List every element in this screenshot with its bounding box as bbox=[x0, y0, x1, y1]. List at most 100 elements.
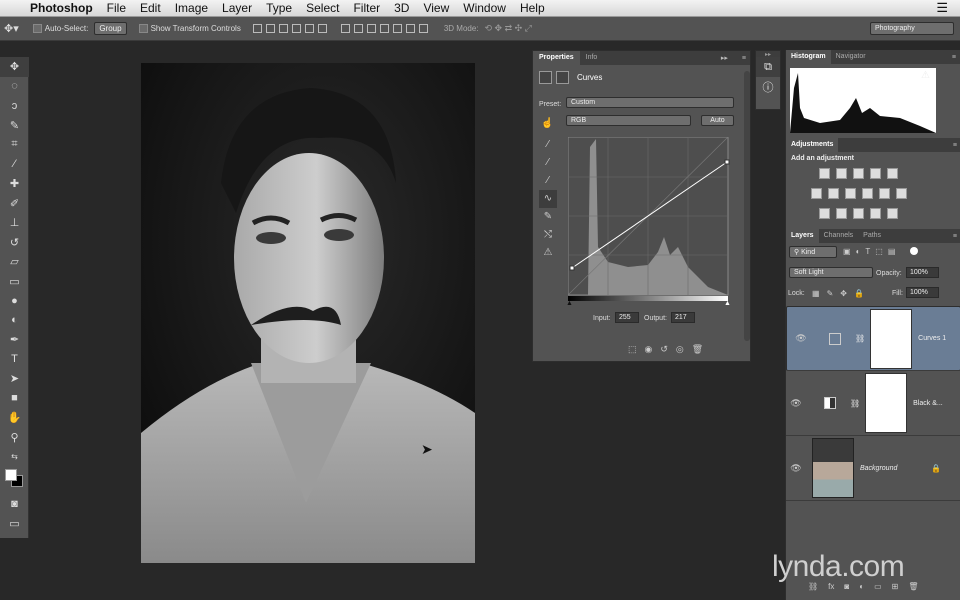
distribute-bottom-icon[interactable] bbox=[366, 24, 376, 33]
visibility-toggle-icon[interactable]: ◎ bbox=[676, 344, 684, 355]
menu-layer[interactable]: Layer bbox=[222, 1, 252, 15]
exposure-icon[interactable] bbox=[870, 168, 881, 179]
channel-mixer-icon[interactable] bbox=[879, 188, 890, 199]
filter-type-icon[interactable]: T bbox=[865, 247, 870, 256]
gradient-tool-icon[interactable]: ▭ bbox=[0, 272, 29, 292]
auto-select-dropdown[interactable]: Group bbox=[94, 22, 127, 35]
brush-tool-icon[interactable]: ✐ bbox=[0, 194, 29, 214]
brightness-contrast-icon[interactable] bbox=[819, 168, 830, 179]
mask-link-icon[interactable]: ⛓ bbox=[855, 334, 865, 343]
curve-point-tool-icon[interactable]: ∿ bbox=[539, 190, 557, 208]
menu-filter[interactable]: Filter bbox=[353, 1, 380, 15]
black-slider-handle[interactable]: ▲ bbox=[566, 300, 573, 307]
pencil-draw-icon[interactable]: ✎ bbox=[539, 208, 557, 226]
lock-position-icon[interactable]: ✥ bbox=[840, 289, 847, 298]
visibility-eye-icon[interactable]: 👁 bbox=[791, 333, 811, 344]
white-point-eyedropper-icon[interactable]: ⁄ bbox=[539, 172, 557, 190]
adjustments-menu-icon[interactable]: ≡ bbox=[953, 142, 957, 149]
foreground-color-swatch[interactable] bbox=[5, 468, 17, 481]
smooth-curve-icon[interactable]: ⤭ bbox=[539, 226, 557, 244]
clip-to-layer-icon[interactable]: ⬚ bbox=[628, 344, 637, 355]
align-top-icon[interactable] bbox=[252, 24, 262, 33]
tab-histogram[interactable]: Histogram bbox=[786, 50, 831, 64]
delete-adjustment-icon[interactable]: 🗑 bbox=[692, 344, 703, 355]
properties-panel-icon[interactable]: ⧉ bbox=[756, 57, 780, 77]
blend-mode-dropdown[interactable]: Soft Light bbox=[789, 267, 873, 278]
layer-row-curves[interactable]: 👁 ⛓ Curves 1 bbox=[786, 306, 960, 371]
quick-select-tool-icon[interactable]: ✎ bbox=[0, 116, 29, 136]
menu-3d[interactable]: 3D bbox=[394, 1, 409, 15]
photo-filter-icon[interactable] bbox=[862, 188, 873, 199]
transform-controls-checkbox[interactable]: Show Transform Controls bbox=[138, 24, 241, 33]
app-name[interactable]: Photoshop bbox=[30, 1, 93, 15]
lasso-tool-icon[interactable]: ↄ bbox=[0, 96, 29, 116]
panel-menu-icon[interactable]: ≡ bbox=[742, 55, 746, 62]
curves-graph[interactable] bbox=[568, 137, 730, 297]
tab-paths[interactable]: Paths bbox=[858, 229, 886, 243]
clone-stamp-tool-icon[interactable]: ⊥ bbox=[0, 213, 29, 233]
tab-properties[interactable]: Properties bbox=[533, 51, 580, 65]
tab-channels[interactable]: Channels bbox=[819, 229, 859, 243]
tab-layers[interactable]: Layers bbox=[786, 229, 819, 243]
menu-file[interactable]: File bbox=[107, 1, 126, 15]
histogram-menu-icon[interactable]: ≡ bbox=[952, 54, 956, 61]
filter-shape-icon[interactable]: ⬚ bbox=[875, 247, 883, 256]
move-tool-icon[interactable]: ✥ bbox=[0, 57, 29, 77]
path-select-tool-icon[interactable]: ➤ bbox=[0, 369, 29, 389]
visibility-eye-icon[interactable]: 👁 bbox=[786, 398, 806, 409]
menu-window[interactable]: Window bbox=[463, 1, 506, 15]
dodge-tool-icon[interactable]: ◐ bbox=[0, 311, 29, 331]
layers-menu-icon[interactable]: ≡ bbox=[953, 233, 957, 240]
channel-dropdown[interactable]: RGB bbox=[566, 115, 691, 126]
layer-name[interactable]: Background bbox=[860, 465, 897, 472]
visibility-eye-icon[interactable]: 👁 bbox=[786, 463, 806, 474]
healing-tool-icon[interactable]: ✚ bbox=[0, 174, 29, 194]
crop-tool-icon[interactable]: ⌗ bbox=[0, 135, 29, 155]
gradient-map-icon[interactable] bbox=[887, 208, 898, 219]
clipping-warning-icon[interactable]: ⚠ bbox=[539, 244, 557, 262]
distribute-left-icon[interactable] bbox=[379, 24, 389, 33]
menu-image[interactable]: Image bbox=[175, 1, 208, 15]
levels-icon[interactable] bbox=[836, 168, 847, 179]
distribute-right-icon[interactable] bbox=[405, 24, 415, 33]
mask-link-icon[interactable]: ⛓ bbox=[850, 399, 860, 408]
distribute-middle-icon[interactable] bbox=[353, 24, 363, 33]
view-previous-state-icon[interactable]: ◉ bbox=[645, 344, 653, 355]
fill-field[interactable]: 100% bbox=[906, 287, 939, 298]
tab-adjustments[interactable]: Adjustments bbox=[786, 138, 839, 152]
properties-scrollbar[interactable] bbox=[744, 71, 750, 341]
menu-list-icon[interactable]: ☰ bbox=[936, 0, 948, 16]
color-swatches[interactable] bbox=[0, 467, 28, 495]
layer-row-black-white[interactable]: 👁 ⛓ Black &... bbox=[786, 371, 960, 436]
layer-mask-thumbnail[interactable] bbox=[865, 373, 908, 433]
threshold-icon[interactable] bbox=[853, 208, 864, 219]
posterize-icon[interactable] bbox=[836, 208, 847, 219]
black-white-icon[interactable] bbox=[845, 188, 856, 199]
swap-colors-icon[interactable]: ⇆ bbox=[0, 447, 29, 467]
input-value-field[interactable]: 255 bbox=[615, 312, 639, 323]
zoom-tool-icon[interactable]: ⚲ bbox=[0, 428, 29, 448]
preset-dropdown[interactable]: Custom bbox=[566, 97, 734, 108]
layer-name[interactable]: Black &... bbox=[913, 400, 943, 407]
lock-image-icon[interactable]: ✎ bbox=[827, 289, 834, 298]
filter-smart-object-icon[interactable]: ▤ bbox=[888, 247, 896, 256]
delete-layer-icon[interactable]: 🗑 bbox=[908, 582, 918, 591]
marquee-tool-icon[interactable]: ◌ bbox=[0, 77, 29, 97]
eyedropper-tool-icon[interactable]: ⁄ bbox=[0, 155, 29, 175]
color-lookup-icon[interactable] bbox=[896, 188, 907, 199]
pen-tool-icon[interactable]: ✒ bbox=[0, 330, 29, 350]
align-middle-icon[interactable] bbox=[265, 24, 275, 33]
tab-info[interactable]: Info bbox=[580, 51, 604, 65]
blur-tool-icon[interactable]: ● bbox=[0, 291, 29, 311]
panel-collapse-icon[interactable]: ▸▸ bbox=[721, 54, 728, 62]
color-balance-icon[interactable] bbox=[828, 188, 839, 199]
auto-button[interactable]: Auto bbox=[701, 115, 734, 126]
gray-point-eyedropper-icon[interactable]: ⁄ bbox=[539, 154, 557, 172]
distribute-icons[interactable] bbox=[340, 24, 428, 33]
selective-color-icon[interactable] bbox=[870, 208, 881, 219]
layer-row-background[interactable]: 👁 Background 🔒 bbox=[786, 436, 960, 501]
align-bottom-icon[interactable] bbox=[278, 24, 288, 33]
vibrance-icon[interactable] bbox=[887, 168, 898, 179]
menu-view[interactable]: View bbox=[423, 1, 449, 15]
align-right-icon[interactable] bbox=[317, 24, 327, 33]
